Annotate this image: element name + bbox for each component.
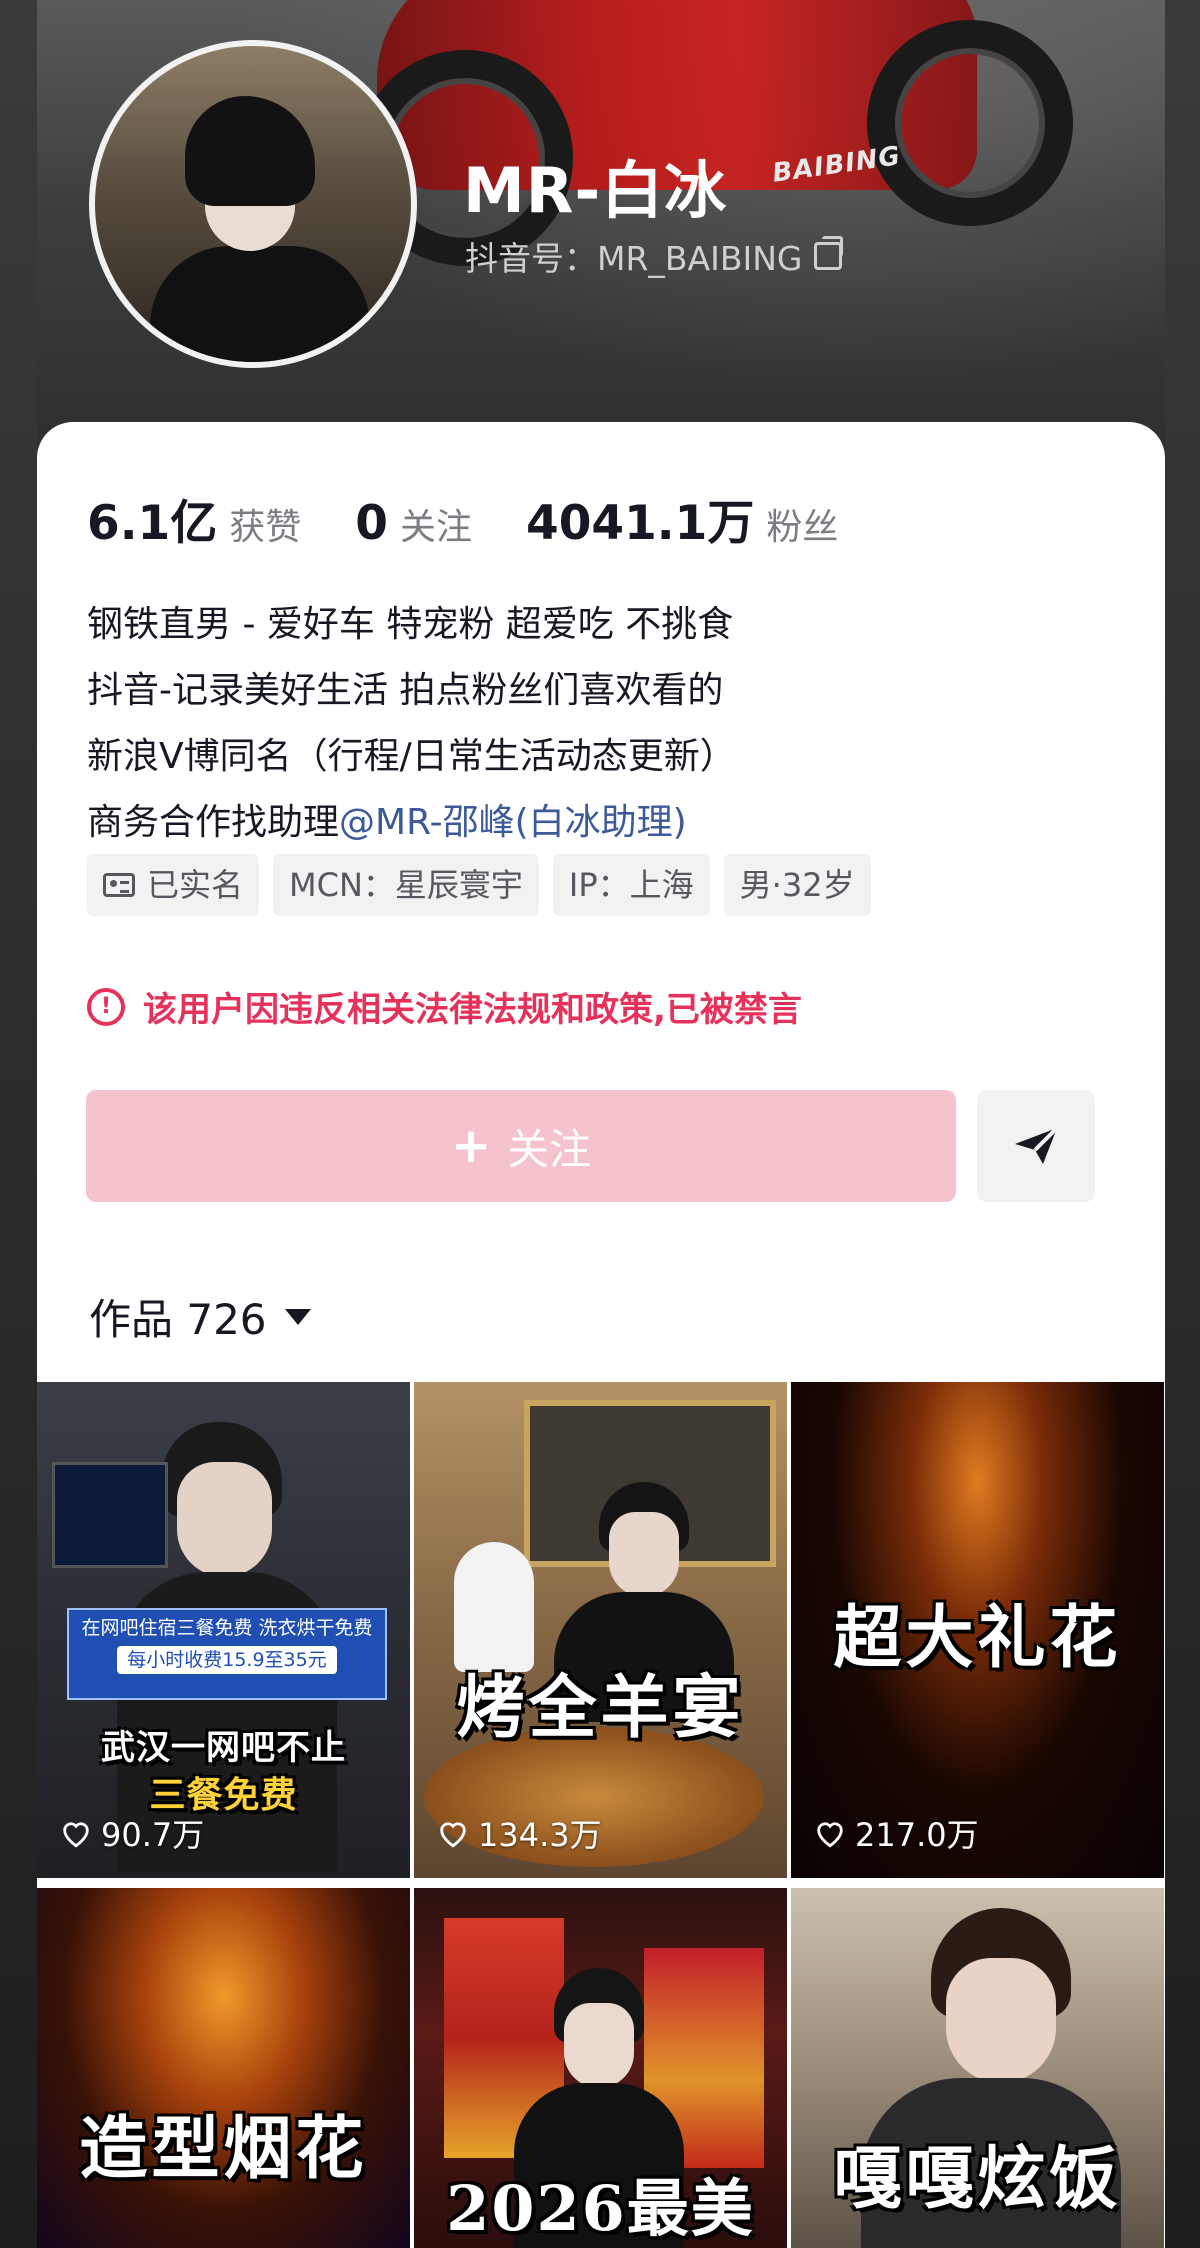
- video-tile[interactable]: 烤全羊宴 134.3万: [414, 1382, 787, 1878]
- bio: 钢铁直男 - 爱好车 特宠粉 超爱吃 不挑食 抖音-记录美好生活 拍点粉丝们喜欢…: [87, 592, 736, 856]
- likes-label: 获赞: [229, 507, 302, 548]
- bio-contact-prefix: 商务合作找助理: [87, 802, 340, 843]
- ban-warning-text: 该用户因违反相关法律法规和政策,已被禁言: [143, 990, 802, 1030]
- tag-label: 男·32岁: [739, 866, 855, 904]
- video-banner-price: 每小时收费15.9至35元: [117, 1646, 337, 1674]
- profile-header-background: BAIBING MR-白冰 抖音号：MR_BAIBING: [37, 0, 1165, 470]
- avatar-hair: [185, 96, 315, 206]
- tag-mcn[interactable]: MCN：星辰寰宇: [273, 854, 539, 916]
- plus-icon: +: [450, 1118, 492, 1174]
- heart-icon: [63, 1822, 89, 1848]
- followers-label[interactable]: 粉丝: [766, 498, 838, 550]
- video-caption: 2026最美: [446, 2172, 755, 2245]
- follow-button[interactable]: + 关注: [86, 1090, 956, 1202]
- tag-verified[interactable]: 已实名: [87, 854, 260, 916]
- video-likes-count: 217.0万: [855, 1816, 979, 1854]
- video-banner: 在网吧住宿三餐免费 洗衣烘干免费 每小时收费15.9至35元: [67, 1608, 387, 1700]
- send-arrow-icon: [1015, 1126, 1059, 1164]
- bio-contact-line: 商务合作找助理@MR-邵峰(白冰助理): [87, 790, 736, 856]
- id-card-icon: [103, 873, 135, 897]
- bio-line: 钢铁直男 - 爱好车 特宠粉 超爱吃 不挑食: [87, 604, 734, 645]
- profile-info-card: 6.1亿 获赞 0 关注 4041.1万 粉丝 钢铁直男 - 爱好车 特宠粉 超…: [37, 422, 1165, 1382]
- tag-label: MCN：星辰寰宇: [289, 866, 523, 904]
- video-grid: 在网吧住宿三餐免费 洗衣烘干免费 每小时收费15.9至35元 武汉一网吧不止 三…: [37, 1382, 1165, 2248]
- video-caption: 嘎嘎炫饭: [833, 2139, 1122, 2219]
- heart-icon: [817, 1822, 843, 1848]
- profile-name: MR-白冰: [463, 154, 728, 227]
- works-tab[interactable]: 作品 726: [89, 1286, 311, 1347]
- followers-count[interactable]: 4041.1万: [526, 484, 754, 553]
- avatar-body: [150, 246, 370, 362]
- bio-line: 新浪V博同名（行程/日常生活动态更新）: [87, 736, 736, 777]
- douyin-id[interactable]: 抖音号：MR_BAIBING: [465, 232, 844, 280]
- avatar[interactable]: [89, 40, 417, 368]
- video-tile[interactable]: 超大礼花 217.0万: [791, 1382, 1164, 1878]
- works-tab-label: 作品 726: [89, 1295, 267, 1344]
- stats-row: 6.1亿 获赞 0 关注 4041.1万 粉丝: [87, 484, 892, 553]
- video-tile[interactable]: 在网吧住宿三餐免费 洗衣烘干免费 每小时收费15.9至35元 武汉一网吧不止 三…: [37, 1382, 410, 1878]
- video-tile[interactable]: 造型烟花: [37, 1888, 410, 2248]
- tag-label: 已实名: [147, 866, 244, 904]
- caret-down-icon: [284, 1308, 311, 1325]
- bio-line: 抖音-记录美好生活 拍点粉丝们喜欢看的: [87, 670, 724, 711]
- tag-gender-age: 男·32岁: [723, 854, 871, 916]
- tag-label: IP：上海: [568, 866, 694, 904]
- video-likes: 90.7万: [59, 1810, 204, 1856]
- video-likes-count: 90.7万: [101, 1816, 205, 1854]
- video-likes: 217.0万: [813, 1810, 979, 1856]
- video-likes: 134.3万: [436, 1810, 602, 1856]
- following-label[interactable]: 关注: [400, 498, 472, 550]
- video-tile[interactable]: 嘎嘎炫饭: [791, 1888, 1164, 2248]
- left-edge: [0, 0, 37, 2248]
- video-tile[interactable]: 2026最美: [414, 1888, 787, 2248]
- tag-ip: IP：上海: [552, 854, 710, 916]
- video-caption: 烤全羊宴: [456, 1668, 745, 1748]
- exclamation-circle-icon: !: [87, 987, 125, 1026]
- ban-warning: ! 该用户因违反相关法律法规和政策,已被禁言: [87, 982, 802, 1031]
- video-banner-text: 在网吧住宿三餐免费 洗衣烘干免费: [81, 1617, 373, 1639]
- assistant-mention-link[interactable]: @MR-邵峰(白冰助理): [339, 802, 687, 843]
- share-button[interactable]: [977, 1090, 1095, 1202]
- video-caption: 武汉一网吧不止: [101, 1728, 346, 1768]
- follow-button-label: 关注: [507, 1124, 592, 1174]
- right-edge: [1165, 0, 1200, 2248]
- douyin-id-text: 抖音号：MR_BAIBING: [465, 239, 803, 278]
- likes-count: 6.1亿: [87, 496, 218, 551]
- following-count[interactable]: 0: [355, 496, 388, 551]
- video-caption: 造型烟花: [79, 2109, 368, 2189]
- profile-page: BAIBING MR-白冰 抖音号：MR_BAIBING 6.1亿 获赞 0 关…: [37, 0, 1165, 2248]
- video-caption: 超大礼花: [833, 1598, 1122, 1678]
- motorcycle-wheel: [867, 20, 1073, 226]
- profile-tags: 已实名 MCN：星辰寰宇 IP：上海 男·32岁: [87, 854, 871, 916]
- video-likes-count: 134.3万: [478, 1816, 602, 1854]
- heart-icon: [440, 1822, 466, 1848]
- copy-icon[interactable]: [814, 236, 844, 270]
